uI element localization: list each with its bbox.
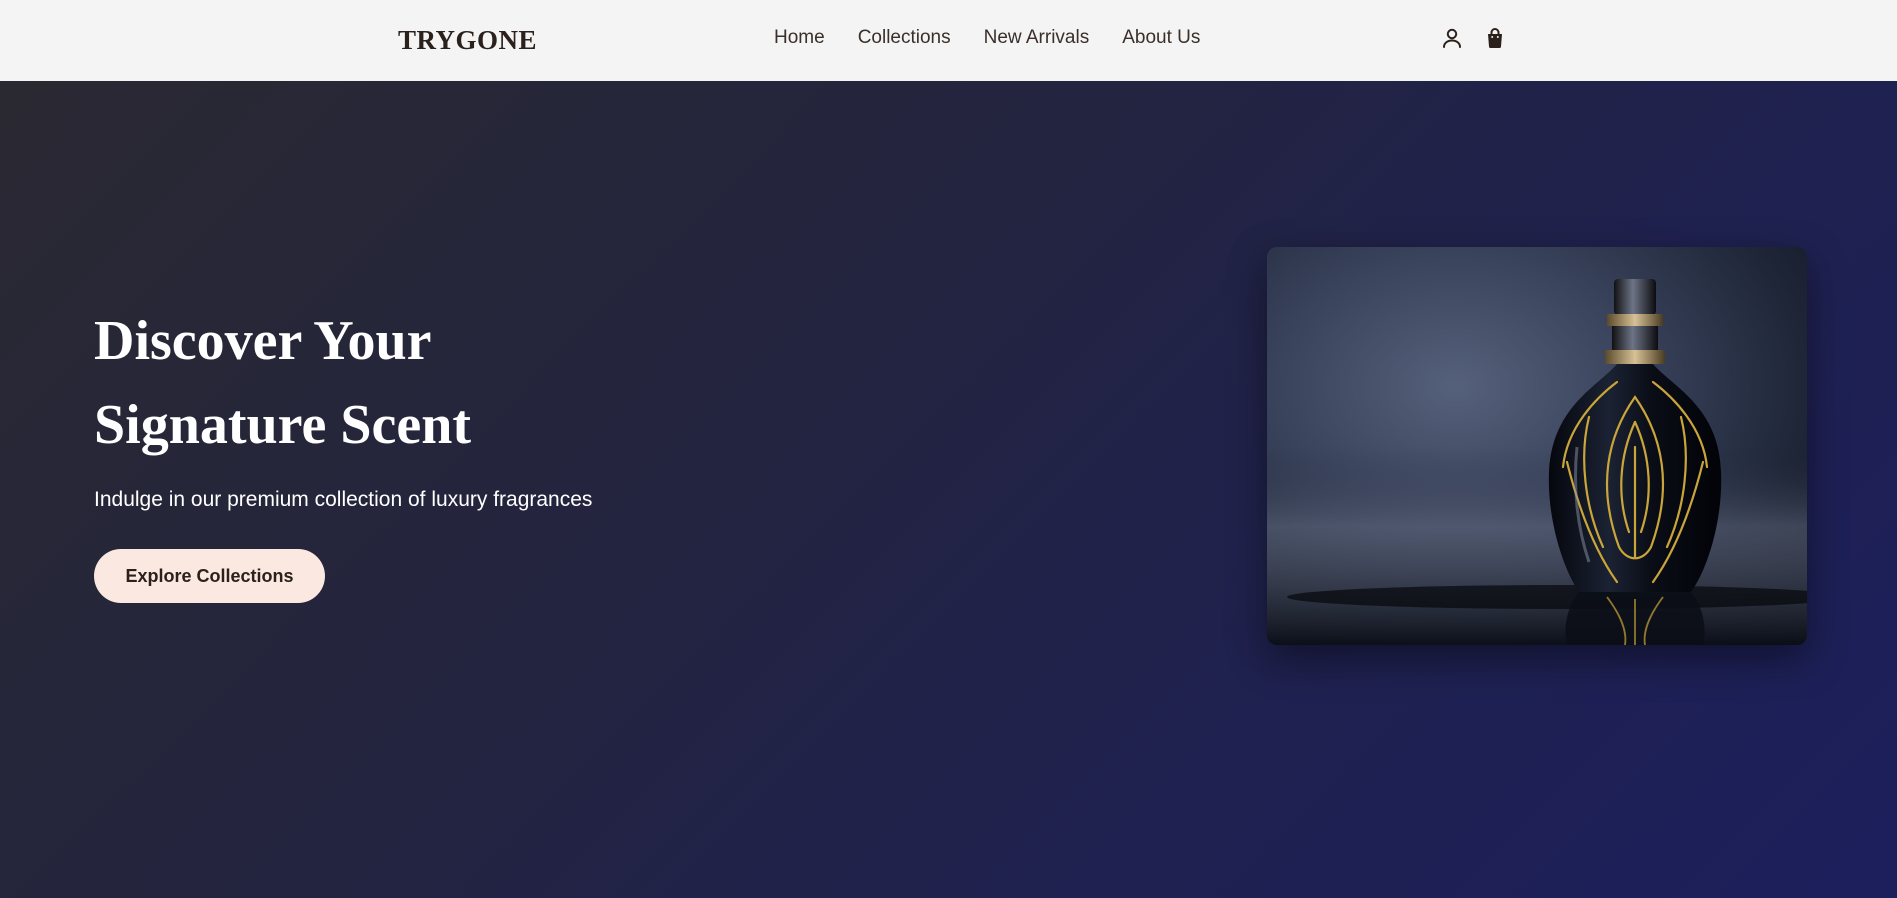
nav-link-collections[interactable]: Collections — [858, 26, 951, 50]
hero-subtitle: Indulge in our premium collection of lux… — [94, 488, 593, 511]
nav-icons — [1440, 26, 1526, 50]
nav-link-new-arrivals[interactable]: New Arrivals — [984, 26, 1090, 50]
hero-title-line-1: Discover Your — [94, 310, 432, 372]
brand-logo[interactable]: TRYGONE — [398, 24, 537, 56]
hero-title-line-2: Signature Scent — [94, 394, 471, 456]
perfume-bottle-image — [1267, 247, 1807, 645]
nav-link-about-us[interactable]: About Us — [1122, 26, 1200, 50]
hero-title: Discover Your Signature Scent — [94, 299, 471, 467]
explore-collections-button[interactable]: Explore Collections — [94, 549, 325, 603]
nav-link-home[interactable]: Home — [774, 26, 825, 50]
hero-section: Discover Your Signature Scent Indulge in… — [0, 81, 1897, 898]
top-navbar: TRYGONE Home Collections New Arrivals Ab… — [0, 0, 1897, 81]
user-icon[interactable] — [1440, 26, 1464, 50]
shopping-bag-icon[interactable] — [1483, 26, 1507, 50]
main-nav: Home Collections New Arrivals About Us — [774, 26, 1233, 50]
